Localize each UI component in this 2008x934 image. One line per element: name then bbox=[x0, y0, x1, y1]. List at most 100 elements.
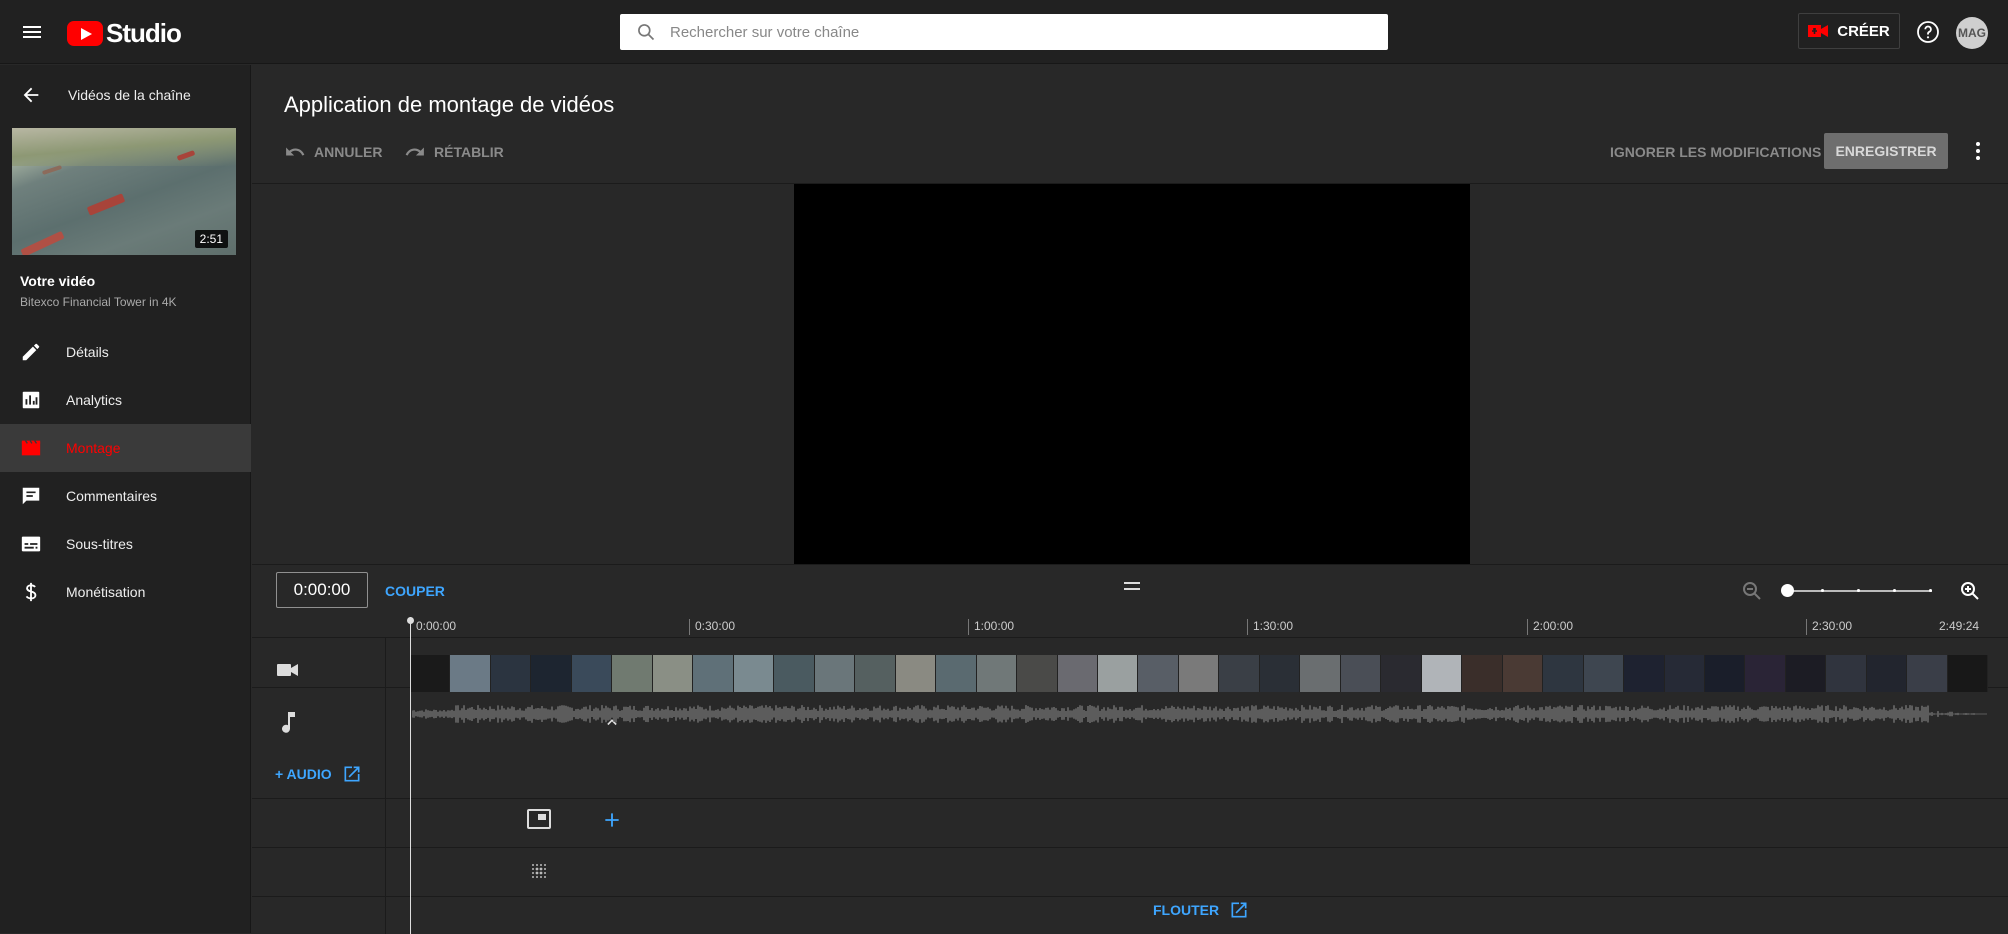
search-input[interactable] bbox=[670, 23, 1350, 41]
thumbnail-barge bbox=[86, 193, 126, 216]
video-track-icon bbox=[277, 662, 299, 683]
divider bbox=[252, 847, 2008, 848]
sidebar-item-comments[interactable]: Commentaires bbox=[0, 472, 251, 520]
your-video-label: Votre vidéo bbox=[20, 273, 96, 289]
filmstrip-frame bbox=[652, 655, 694, 692]
filmstrip-frame bbox=[490, 655, 532, 692]
sidebar-item-label: Monétisation bbox=[66, 584, 146, 600]
zoom-slider-track[interactable] bbox=[1787, 589, 1932, 592]
zoom-slider-tick bbox=[1929, 589, 1932, 592]
divider bbox=[252, 896, 2008, 897]
sidebar-item-details[interactable]: Détails bbox=[0, 328, 251, 376]
filmstrip-frame bbox=[693, 655, 734, 692]
thumbnail-shore bbox=[12, 128, 236, 166]
add-audio-button[interactable]: + AUDIO bbox=[275, 764, 362, 784]
blur-button[interactable]: FLOUTER bbox=[1153, 900, 1249, 920]
filmstrip-frame bbox=[1624, 655, 1665, 692]
timecode-value: 0:00:00 bbox=[293, 580, 351, 599]
sidebar: Vidéos de la chaîne 2:51 Votre vidéo Bit… bbox=[0, 65, 251, 933]
filmstrip-frame bbox=[531, 655, 572, 692]
filmstrip-frame bbox=[1785, 655, 1827, 692]
video-title: Bitexco Financial Tower in 4K bbox=[20, 295, 177, 309]
zoom-out-icon[interactable] bbox=[1740, 579, 1764, 608]
playhead[interactable] bbox=[407, 617, 414, 934]
sidebar-item-label: Commentaires bbox=[66, 488, 158, 504]
filmstrip-frame bbox=[976, 655, 1018, 692]
zoom-in-icon[interactable] bbox=[1958, 579, 1982, 608]
help-icon[interactable] bbox=[1916, 20, 1940, 49]
more-options-icon[interactable] bbox=[1966, 139, 1990, 168]
comment-icon bbox=[22, 487, 40, 505]
filmstrip-frame bbox=[1502, 655, 1544, 692]
save-button[interactable]: ENREGISTRER bbox=[1824, 133, 1948, 169]
ruler-tick-label: 2:30:00 bbox=[1806, 619, 1852, 635]
timecode-input[interactable]: 0:00:00 bbox=[276, 572, 368, 608]
video-thumbnail[interactable]: 2:51 bbox=[12, 128, 236, 255]
sidebar-item-analytics[interactable]: Analytics bbox=[0, 376, 251, 424]
video-camera-icon bbox=[1808, 25, 1829, 37]
filmstrip-frame bbox=[450, 655, 491, 692]
filmstrip-frame bbox=[1017, 655, 1058, 692]
youtube-logo-icon bbox=[67, 21, 103, 46]
filmstrip-frame bbox=[1583, 655, 1625, 692]
undo-label: ANNULER bbox=[314, 144, 383, 160]
avatar[interactable]: MAG bbox=[1956, 17, 1988, 49]
filmstrip-frame bbox=[1907, 655, 1948, 692]
filmstrip-frame bbox=[1947, 655, 1988, 692]
ruler-tick-label: 2:00:00 bbox=[1527, 619, 1573, 635]
external-link-icon bbox=[1231, 902, 1247, 918]
create-label: CRÉER bbox=[1837, 22, 1890, 40]
filmstrip-frame bbox=[1219, 655, 1260, 692]
sidebar-item-label: Analytics bbox=[66, 392, 123, 408]
filmstrip-frame bbox=[733, 655, 775, 692]
undo-button[interactable]: ANNULER bbox=[284, 140, 382, 164]
filmstrip-frame bbox=[1097, 655, 1139, 692]
filmstrip-frame bbox=[612, 655, 653, 692]
music-note-icon bbox=[280, 711, 296, 738]
filmstrip-frame bbox=[1664, 655, 1705, 692]
filmstrip-frame bbox=[1178, 655, 1220, 692]
filmstrip-frame bbox=[814, 655, 856, 692]
arrow-back-icon bbox=[23, 87, 39, 103]
add-icon[interactable] bbox=[602, 810, 622, 835]
sidebar-item-subtitles[interactable]: Sous-titres bbox=[0, 520, 251, 568]
timeline-editor: 0:00:00 COUPER 0:00:00 0:30:00 1:00:00 1… bbox=[252, 564, 2008, 934]
zoom-slider-knob[interactable] bbox=[1781, 584, 1794, 597]
filmstrip-frame bbox=[1340, 655, 1382, 692]
divider bbox=[252, 798, 2008, 799]
filmstrip-frame bbox=[855, 655, 896, 692]
studio-logo[interactable]: Studio bbox=[67, 18, 182, 49]
create-button[interactable]: CRÉER bbox=[1798, 13, 1900, 49]
undo-icon bbox=[286, 147, 305, 156]
menu-icon[interactable] bbox=[20, 20, 44, 44]
zoom-slider-tick bbox=[1893, 589, 1896, 592]
search-bar[interactable] bbox=[620, 14, 1388, 50]
filmstrip-frame bbox=[1866, 655, 1908, 692]
cut-button[interactable]: COUPER bbox=[385, 583, 445, 599]
blur-label: FLOUTER bbox=[1153, 902, 1220, 918]
audio-waveform[interactable] bbox=[412, 702, 1988, 726]
video-track-filmstrip[interactable] bbox=[410, 655, 1988, 692]
avatar-text: MAG bbox=[1958, 26, 1986, 40]
filmstrip-frame bbox=[1138, 655, 1179, 692]
filmstrip-frame bbox=[1543, 655, 1584, 692]
timeline-ruler[interactable]: 0:00:00 0:30:00 1:00:00 1:30:00 2:00:00 … bbox=[410, 617, 2000, 637]
zoom-slider-tick bbox=[1857, 589, 1860, 592]
sidebar-item-montage[interactable]: Montage bbox=[0, 424, 251, 472]
pencil-icon bbox=[22, 343, 40, 361]
divider bbox=[252, 637, 2008, 638]
discard-changes-button[interactable]: IGNORER LES MODIFICATIONS bbox=[1610, 144, 1821, 160]
redo-button[interactable]: RÉTABLIR bbox=[404, 140, 504, 164]
video-preview[interactable] bbox=[794, 184, 1470, 564]
back-to-channel-videos[interactable]: Vidéos de la chaîne bbox=[0, 65, 251, 125]
redo-icon bbox=[405, 147, 424, 156]
external-link-icon bbox=[344, 766, 360, 782]
zoom-slider-tick bbox=[1821, 589, 1824, 592]
resize-handle[interactable] bbox=[1124, 582, 1140, 590]
filmstrip-frame bbox=[1421, 655, 1463, 692]
sidebar-item-monetization[interactable]: Monétisation bbox=[0, 568, 251, 616]
duration-badge: 2:51 bbox=[194, 230, 228, 248]
filmstrip-frame bbox=[774, 655, 815, 692]
add-audio-label: + AUDIO bbox=[275, 766, 332, 782]
filmstrip-frame bbox=[1259, 655, 1301, 692]
